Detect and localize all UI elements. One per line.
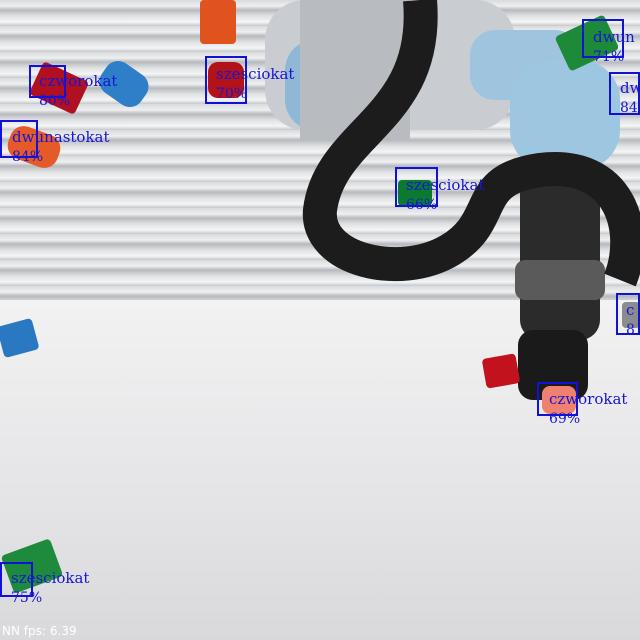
detection-score: 84% <box>12 149 44 165</box>
detection-score: 71% <box>593 49 625 65</box>
detection-label: dw <box>620 79 640 97</box>
camera-feed <box>0 0 640 640</box>
detection-score: 69% <box>549 411 581 427</box>
detection-label: szesciokat <box>216 65 295 83</box>
detection-label: szesciokat <box>406 176 485 194</box>
detection-score: 84 <box>620 100 638 116</box>
detection-label: dwunastokat <box>12 128 110 146</box>
detection-score: 70% <box>216 86 248 102</box>
fps-label: NN fps: <box>2 624 46 638</box>
orange-block <box>200 0 236 44</box>
fps-readout: NN fps: 6.39 <box>2 624 77 638</box>
red-block <box>481 353 521 389</box>
detection-score: 80% <box>39 93 71 109</box>
detection-label: czworokat <box>549 390 628 408</box>
detection-label: dwun <box>593 28 635 46</box>
robot-arm <box>265 0 640 400</box>
detection-score: 75% <box>11 590 43 606</box>
detection-score: 8 <box>626 322 635 338</box>
fps-value: 6.39 <box>49 624 77 638</box>
detection-label: czworokat <box>39 72 118 90</box>
detection-label: c <box>626 301 635 319</box>
robot-flange <box>515 260 605 300</box>
detection-score: 66% <box>406 197 438 213</box>
detection-label: szesciokat <box>11 569 90 587</box>
